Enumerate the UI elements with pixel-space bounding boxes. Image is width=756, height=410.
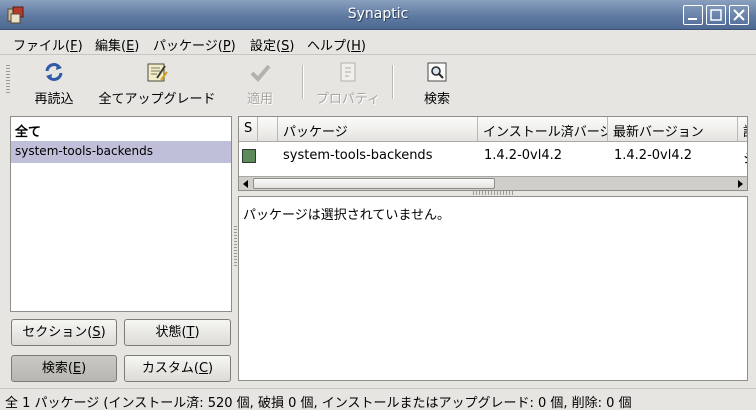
upgrade-all-label: 全てアップグレード bbox=[98, 92, 216, 107]
custom-button-tail: ) bbox=[208, 361, 214, 376]
filter-list-header[interactable]: 全て bbox=[11, 117, 231, 141]
scroll-left-icon[interactable] bbox=[240, 178, 252, 190]
maximize-button[interactable] bbox=[706, 5, 726, 25]
minimize-button[interactable] bbox=[683, 5, 703, 25]
menu-help-label: ヘルプ( bbox=[307, 39, 352, 54]
search-filter-button[interactable]: 検索(E) bbox=[11, 355, 117, 382]
apply-label: 適用 bbox=[246, 92, 273, 107]
status-text: 全 1 パッケージ (インストール済: 520 個, 破損 0 個, インストー… bbox=[5, 396, 632, 410]
properties-label: プロパティ bbox=[315, 92, 381, 107]
column-header-status[interactable]: S bbox=[239, 117, 258, 142]
status-button-tail: ) bbox=[194, 325, 200, 340]
description-text: パッケージは選択されていません。 bbox=[243, 208, 450, 223]
apply-button[interactable]: 適用 bbox=[240, 60, 280, 107]
menu-settings-tail: ) bbox=[289, 39, 295, 54]
minimize-icon bbox=[688, 18, 697, 20]
reload-label: 再読込 bbox=[34, 92, 74, 107]
column-header-support[interactable] bbox=[258, 117, 278, 142]
column-header-package[interactable]: パッケージ bbox=[278, 117, 478, 142]
close-icon bbox=[733, 9, 745, 21]
custom-button-key: C bbox=[198, 361, 209, 376]
pane-resize-handle[interactable] bbox=[473, 191, 513, 195]
reload-button[interactable]: 再読込 bbox=[30, 60, 78, 107]
horizontal-scrollbar[interactable] bbox=[239, 176, 747, 190]
menu-settings[interactable]: 設定(S) bbox=[250, 35, 294, 54]
installed-status-icon[interactable] bbox=[242, 149, 256, 163]
toolbar-separator bbox=[302, 65, 304, 99]
menu-edit-tail: ) bbox=[134, 39, 140, 54]
scroll-right-icon[interactable] bbox=[734, 178, 746, 190]
section-button-tail: ) bbox=[100, 325, 106, 340]
menu-file-label: ファイル( bbox=[13, 39, 71, 54]
maximize-icon bbox=[710, 9, 722, 21]
search-icon bbox=[427, 62, 447, 82]
search-filter-button-label: 検索( bbox=[41, 361, 73, 376]
column-header-latest-version[interactable]: 最新バージョン bbox=[608, 117, 738, 142]
menu-help[interactable]: ヘルプ(H) bbox=[307, 35, 366, 54]
status-bar: 全 1 パッケージ (インストール済: 520 個, 破損 0 個, インストー… bbox=[0, 388, 756, 410]
package-name-cell[interactable]: system-tools-backends bbox=[283, 148, 432, 163]
close-button[interactable] bbox=[729, 5, 749, 25]
menu-settings-label: 設定( bbox=[250, 39, 282, 54]
section-button[interactable]: セクション(S) bbox=[11, 319, 117, 346]
menu-edit[interactable]: 編集(E) bbox=[95, 35, 139, 54]
pane-resize-handle[interactable] bbox=[234, 226, 237, 266]
toolbar-grip[interactable] bbox=[6, 65, 10, 93]
menu-help-tail: ) bbox=[360, 39, 366, 54]
toolbar-separator bbox=[392, 65, 394, 99]
window-title: Synaptic bbox=[347, 6, 409, 22]
section-button-key: S bbox=[92, 325, 101, 340]
menu-file[interactable]: ファイル(F) bbox=[13, 35, 83, 54]
menu-file-key: F bbox=[70, 39, 78, 54]
upgrade-all-button[interactable]: 全てアップグレード bbox=[97, 60, 217, 107]
section-button-label: セクション( bbox=[22, 325, 93, 340]
status-button[interactable]: 状態(T) bbox=[124, 319, 231, 346]
menu-package[interactable]: パッケージ(P) bbox=[153, 35, 236, 54]
description-cell[interactable]: シ bbox=[743, 148, 747, 167]
menu-edit-label: 編集( bbox=[95, 39, 127, 54]
properties-button[interactable]: プロパティ bbox=[314, 60, 382, 107]
title-bar: Synaptic bbox=[0, 0, 756, 30]
menu-package-key: P bbox=[222, 39, 231, 54]
filter-list: 全て system-tools-backends bbox=[10, 116, 232, 312]
latest-version-cell[interactable]: 1.4.2-0vl4.2 bbox=[614, 148, 692, 163]
search-filter-button-key: E bbox=[72, 361, 82, 376]
properties-icon bbox=[340, 62, 356, 82]
description-pane: パッケージは選択されていません。 bbox=[238, 196, 748, 381]
reload-icon bbox=[45, 63, 63, 81]
toolbar: 再読込 全てアップグレード 適用 プロパティ 検索 bbox=[0, 56, 756, 111]
package-table: S パッケージ インストール済バージ 最新バージョン 説 system-tool… bbox=[238, 116, 748, 191]
installed-version-cell[interactable]: 1.4.2-0vl4.2 bbox=[484, 148, 562, 163]
search-label: 検索 bbox=[423, 92, 450, 107]
column-header-installed-version[interactable]: インストール済バージ bbox=[478, 117, 608, 142]
upgrade-all-icon bbox=[147, 63, 168, 82]
menu-package-tail: ) bbox=[230, 39, 236, 54]
menu-help-key: H bbox=[351, 39, 361, 54]
search-filter-button-tail: ) bbox=[81, 361, 87, 376]
status-button-label: 状態( bbox=[155, 325, 187, 340]
custom-button[interactable]: カスタム(C) bbox=[124, 355, 231, 382]
filter-list-item[interactable]: system-tools-backends bbox=[11, 141, 231, 163]
menu-file-tail: ) bbox=[77, 39, 83, 54]
menu-package-label: パッケージ( bbox=[153, 39, 223, 54]
search-button[interactable]: 検索 bbox=[418, 60, 456, 107]
custom-button-label: カスタム( bbox=[141, 361, 199, 376]
checkmark-icon bbox=[250, 64, 271, 82]
scrollbar-thumb[interactable] bbox=[253, 178, 495, 189]
menu-bar: ファイル(F) 編集(E) パッケージ(P) 設定(S) ヘルプ(H) bbox=[0, 31, 756, 55]
column-header-description[interactable]: 説 bbox=[738, 117, 747, 142]
